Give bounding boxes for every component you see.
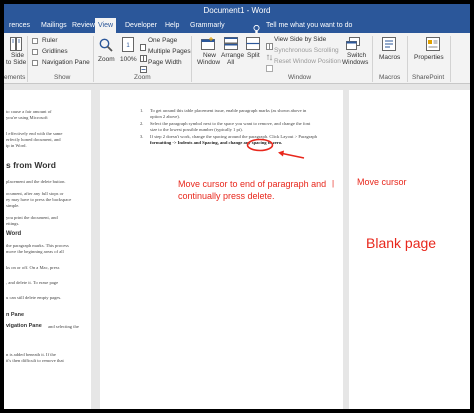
multiple-pages-label[interactable]: Multiple Pages — [148, 48, 191, 56]
navigation-pane-checkbox[interactable] — [32, 60, 38, 66]
cursor-highlight-ellipse — [246, 138, 274, 157]
left-page-heading: s from Word — [6, 160, 56, 170]
group-separator — [191, 36, 192, 82]
list-item-line: size to the lowest possible number (typi… — [150, 127, 243, 132]
view-side-by-side-label[interactable]: View Side by Side — [274, 36, 326, 44]
tab-mailings[interactable]: Mailings — [38, 18, 70, 33]
tell-me-search[interactable]: Tell me what you want to do — [266, 18, 352, 33]
group-separator — [450, 36, 451, 82]
blank-page-label: Blank page — [366, 235, 437, 251]
tab-review[interactable]: Review — [69, 18, 98, 33]
ribbon: Side to Side ements Ruler Gridlines Navi… — [4, 33, 470, 84]
left-page-line: move the beginning areas of all — [6, 249, 64, 254]
cursor-instruction-line-1: Move cursor to end of paragraph and — [178, 179, 327, 189]
ruler-label: Ruler — [42, 37, 58, 44]
reset-window-position-label[interactable]: Reset Window Position — [274, 58, 341, 66]
group-label-zoom: Zoom — [134, 74, 151, 81]
tab-references[interactable]: rences — [6, 18, 33, 33]
side-to-side-label-2: to Side — [6, 59, 27, 66]
tab-view[interactable]: View — [95, 18, 117, 33]
group-separator — [27, 36, 28, 82]
group-label-immersive: ements — [4, 74, 26, 81]
group-separator — [407, 36, 408, 82]
ribbon-tabs: rences Mailings Review View Developer He… — [4, 17, 470, 33]
zoom-magnifier-icon[interactable] — [99, 38, 113, 57]
list-item-line: option 2 above). — [150, 114, 180, 119]
macros-label[interactable]: Macros — [379, 54, 400, 62]
tab-help[interactable]: Help — [162, 18, 182, 33]
tab-grammarly[interactable]: Grammarly — [187, 18, 228, 33]
left-page-subheading: vigation Pane — [6, 323, 42, 329]
left-page-line: and selecting the — [48, 324, 79, 329]
switch-windows-label-2: Windows — [342, 59, 369, 66]
document-area[interactable]: to cause a fair amount of you're using M… — [4, 84, 470, 409]
window-frame: Document1 - Word rences Mailings Review … — [0, 0, 474, 413]
page-width-label[interactable]: Page Width — [148, 59, 182, 67]
synchronous-scrolling-label[interactable]: Synchronous Scrolling — [274, 47, 339, 55]
left-page-line: , and delete it. To erase page — [6, 280, 59, 285]
one-page-label[interactable]: One Page — [148, 37, 177, 45]
group-label-window: Window — [288, 74, 312, 81]
reset-window-position-icon[interactable] — [266, 59, 273, 77]
properties-label[interactable]: Properties — [414, 54, 444, 62]
group-separator — [372, 36, 373, 82]
list-number: 2. — [140, 121, 144, 126]
title-bar: Document1 - Word — [4, 4, 470, 17]
navigation-pane-label: Navigation Pane — [42, 59, 90, 66]
new-window-label-2: Window — [197, 59, 221, 66]
cursor-instruction-line-2: continually press delete. — [178, 191, 275, 201]
left-page-line: it's then difficult to remove that — [6, 358, 64, 363]
group-label-sharepoint: SharePoint — [412, 74, 445, 81]
tab-developer[interactable]: Developer — [122, 18, 160, 33]
group-label-show: Show — [54, 74, 71, 81]
left-page-line: placement and the delete button. — [6, 179, 66, 184]
group-label-macros: Macros — [379, 74, 401, 81]
arrange-all-label-2: All — [227, 59, 235, 66]
group-separator — [93, 36, 94, 82]
zoom-label[interactable]: Zoom — [98, 56, 115, 64]
left-page-line: ip in Word. — [6, 143, 27, 148]
hundred-percent-icon[interactable]: 1 — [122, 37, 134, 57]
gridlines-label: Gridlines — [42, 48, 68, 55]
text-cursor-marker: | — [332, 179, 335, 188]
move-cursor-label: Move cursor — [357, 177, 407, 187]
left-page-line: ks on or off. On a Mac, press — [6, 265, 60, 270]
left-page-line: u can still delete empty pages. — [6, 295, 62, 300]
middle-page: 1. To get around this table placement is… — [100, 90, 343, 409]
list-number: 1. — [140, 108, 144, 113]
left-page-line: you're using Microsoft — [6, 115, 48, 120]
left-page-subheading: n Pane — [6, 312, 25, 318]
pointer-arrow-icon — [274, 148, 306, 169]
left-page-line: simple. — [6, 203, 20, 208]
list-number: 3. — [140, 134, 144, 139]
hundred-percent-label[interactable]: 100% — [120, 56, 137, 64]
window-title: Document1 - Word — [203, 6, 271, 15]
ruler-checkbox[interactable] — [32, 38, 38, 44]
blank-page: Move cursor Blank page — [349, 90, 470, 409]
split-label: Split — [247, 52, 260, 59]
left-page-line: ettings. — [6, 221, 20, 226]
left-page-subheading: Word — [6, 231, 22, 237]
left-page: to cause a fair amount of you're using M… — [4, 90, 91, 409]
gridlines-checkbox[interactable] — [32, 49, 38, 55]
